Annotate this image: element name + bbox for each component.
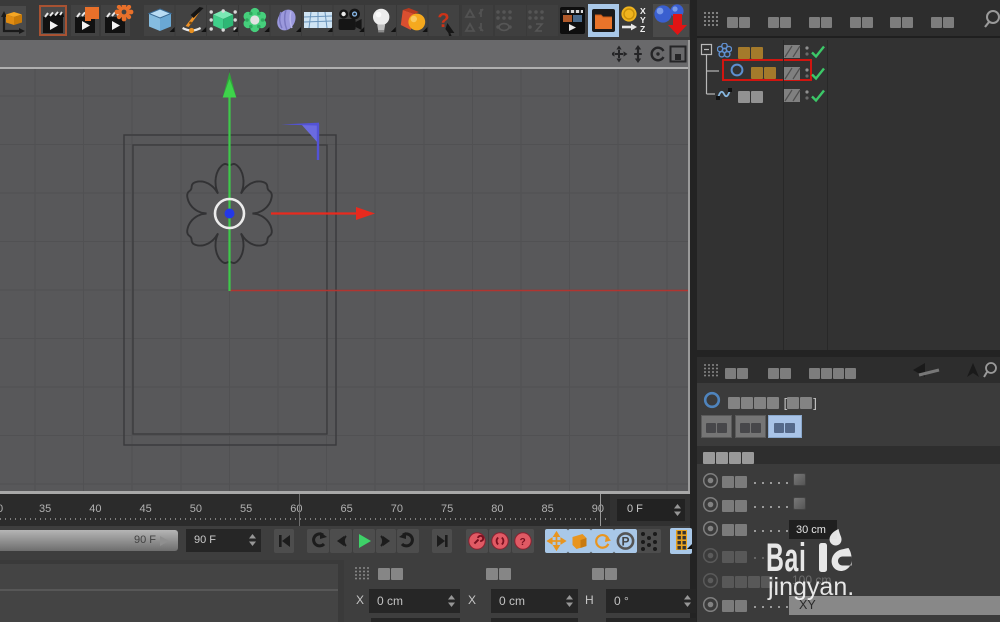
svg-text:Z: Z	[640, 24, 645, 34]
svg-text:P: P	[622, 534, 630, 548]
svg-text:?: ?	[520, 537, 526, 548]
